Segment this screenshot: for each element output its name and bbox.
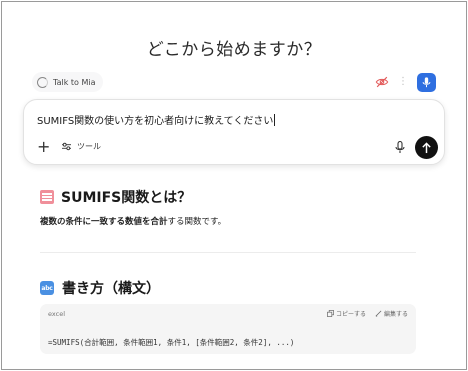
copy-button[interactable]: コピーする bbox=[327, 309, 366, 318]
page-heading: どこから始めますか？ bbox=[146, 40, 322, 60]
ledger-icon bbox=[40, 190, 54, 204]
section2-title-text: 書き方（構文） bbox=[62, 281, 160, 297]
edit-label: 編集する bbox=[383, 311, 408, 318]
dictate-icon[interactable] bbox=[395, 141, 405, 154]
arrow-up-icon bbox=[422, 141, 431, 153]
prompt-input-box[interactable]: SUMIFS関数の使い方を初心者向けに教えてください + ツール bbox=[23, 99, 445, 165]
mode-row: Talk to Mia ⋮ bbox=[32, 72, 436, 92]
voice-input-button[interactable] bbox=[417, 72, 436, 92]
tools-label: ツール bbox=[77, 142, 101, 151]
abc-icon: abc bbox=[40, 281, 54, 295]
desc-bold-2: 数値を合計 bbox=[125, 217, 168, 227]
prompt-input[interactable]: SUMIFS関数の使い方を初心者向けに教えてください bbox=[37, 112, 276, 127]
code-language: excel bbox=[48, 310, 65, 318]
section-title-syntax: abc 書き方（構文） bbox=[40, 278, 160, 298]
divider bbox=[40, 252, 416, 253]
text-caret bbox=[274, 113, 276, 126]
desc-plain: する関数です。 bbox=[167, 217, 227, 227]
code-actions: コピーする 編集する bbox=[327, 309, 408, 318]
loading-circle-icon bbox=[37, 76, 48, 88]
eye-off-icon[interactable] bbox=[375, 75, 389, 89]
talk-to-mia-label: Talk to Mia bbox=[53, 77, 96, 87]
send-button[interactable] bbox=[415, 136, 438, 159]
talk-to-mia-toggle[interactable]: Talk to Mia bbox=[32, 72, 104, 92]
microphone-icon bbox=[422, 76, 431, 87]
add-attachment-button[interactable]: + bbox=[37, 139, 50, 155]
mode-actions: ⋮ bbox=[375, 72, 436, 92]
tools-button[interactable]: ツール bbox=[61, 141, 101, 152]
copy-icon bbox=[327, 310, 334, 317]
more-options-icon[interactable]: ⋮ bbox=[398, 77, 408, 87]
code-block: excel コピーする 編集する =SUMIFS(合計範囲, 条件範囲1, 条件… bbox=[40, 304, 416, 354]
section-title-what-is: SUMIFS関数とは？ bbox=[40, 187, 191, 207]
pencil-icon bbox=[375, 310, 382, 317]
desc-bold-1: 複数の条件に一致する bbox=[40, 217, 126, 227]
edit-button[interactable]: 編集する bbox=[375, 309, 408, 318]
section1-title-text: SUMIFS関数とは？ bbox=[61, 190, 192, 206]
prompt-text: SUMIFS関数の使い方を初心者向けに教えてください bbox=[37, 116, 274, 127]
sliders-icon bbox=[62, 142, 71, 151]
copy-label: コピーする bbox=[335, 311, 366, 318]
app-window: どこから始めますか？ Talk to Mia ⋮ SUMIFS関数の使い方を初心… bbox=[1, 1, 467, 370]
description-text: 複数の条件に一致する数値を合計する関数です。 bbox=[40, 215, 226, 227]
code-line: =SUMIFS(合計範囲, 条件範囲1, 条件1, [条件範囲2, 条件2], … bbox=[48, 338, 295, 347]
